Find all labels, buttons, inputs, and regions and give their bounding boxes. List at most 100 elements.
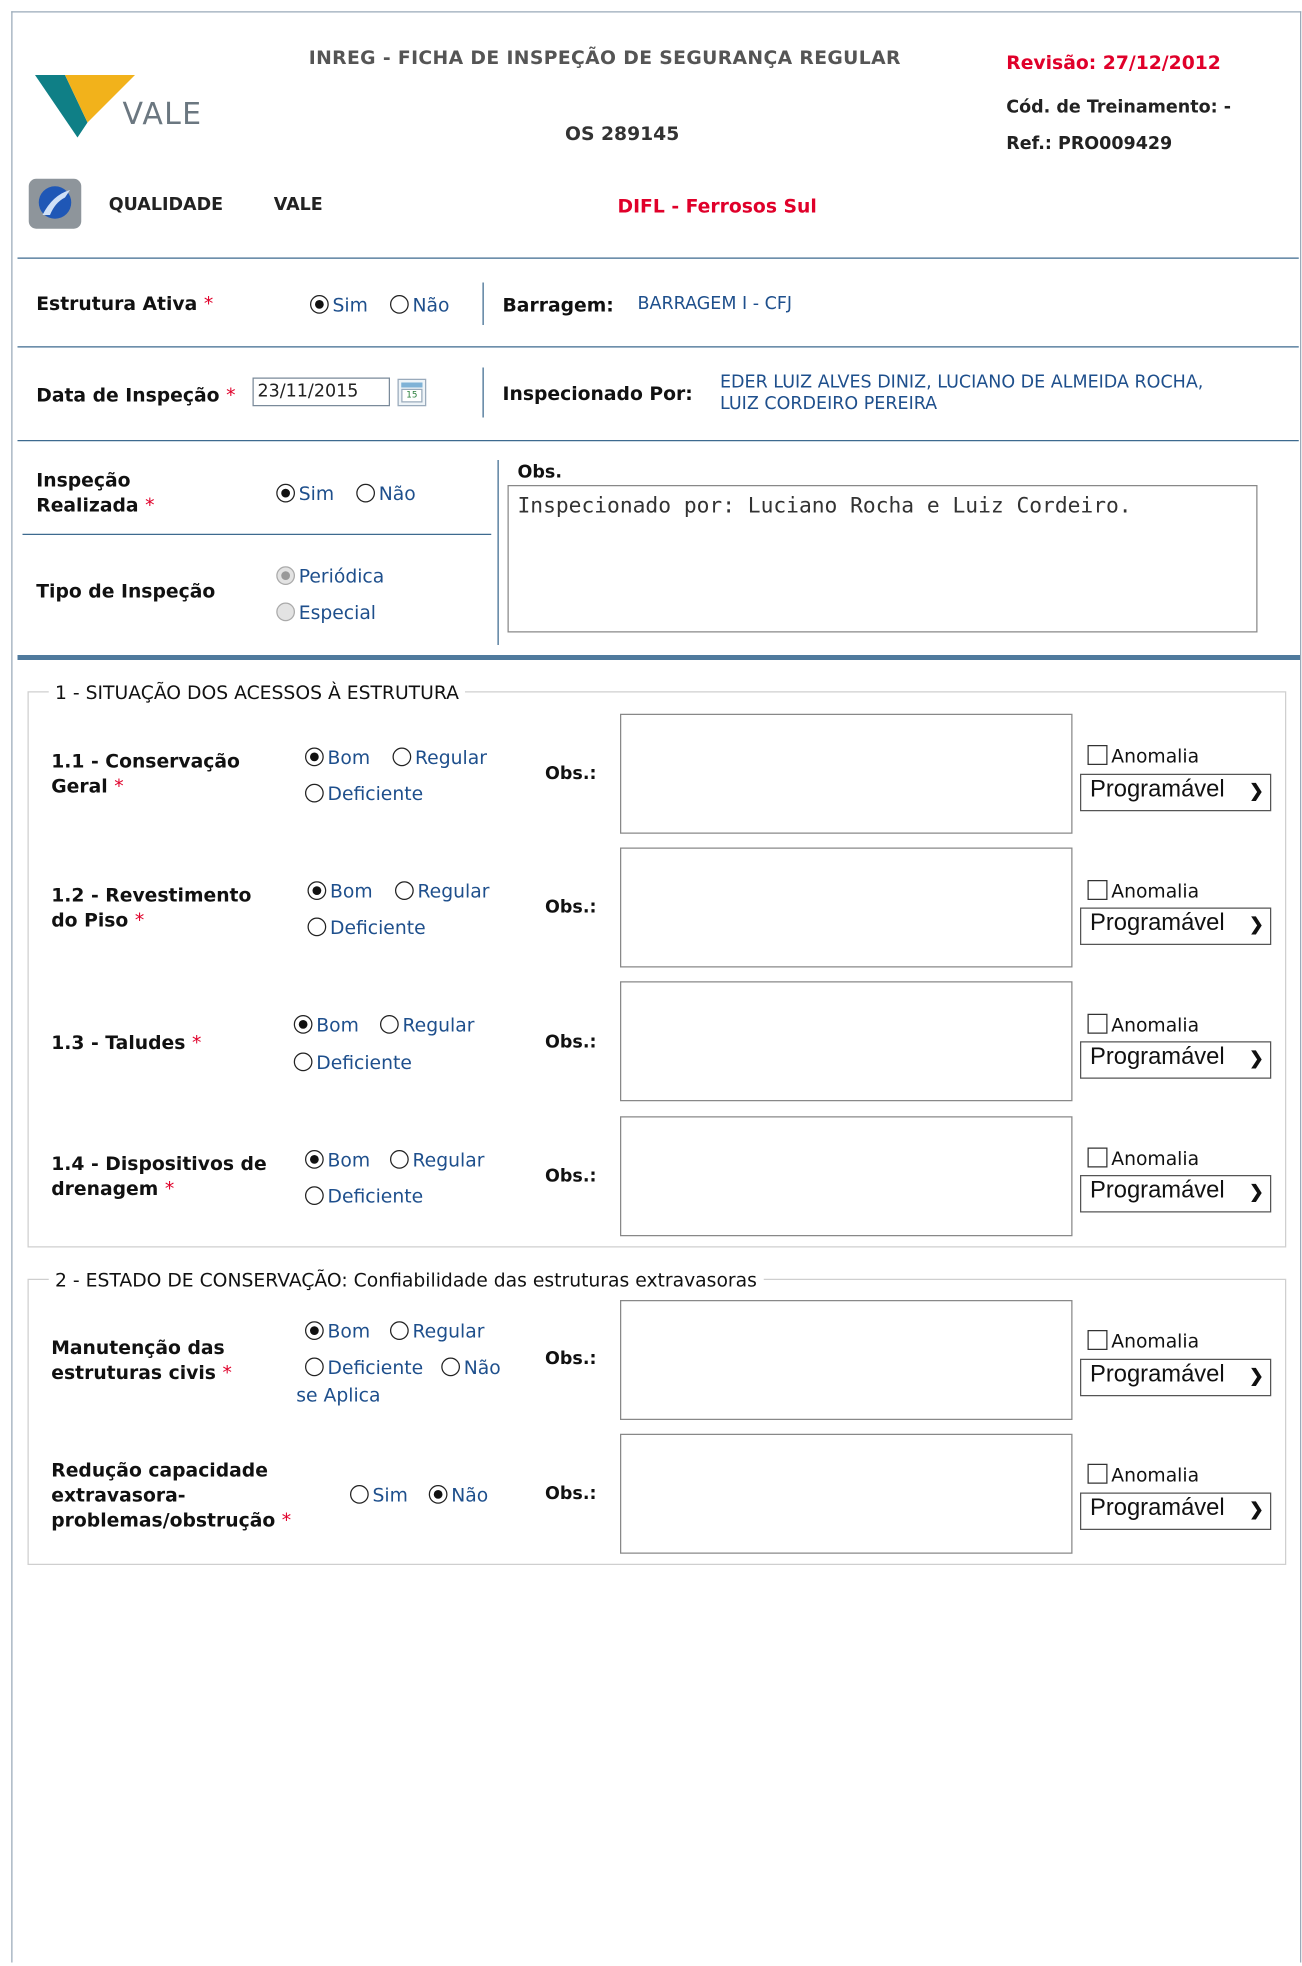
item-2-1-regular[interactable]: Regular (390, 1320, 484, 1343)
radio-icon[interactable] (305, 1186, 324, 1205)
item-1-2-regular[interactable]: Regular (395, 880, 489, 903)
chevron-down-icon: ❯ (1249, 1498, 1264, 1519)
radio-icon[interactable] (390, 295, 409, 314)
item-1-1-anomalia[interactable]: Anomalia (1087, 745, 1199, 768)
estrutura-ativa-sim[interactable]: Sim (310, 294, 368, 316)
item-1-4-bom[interactable]: Bom (305, 1149, 370, 1171)
item-1-4-anomalia[interactable]: Anomalia (1087, 1147, 1199, 1170)
radio-selected-icon[interactable] (305, 747, 324, 767)
item-1-2-select[interactable]: Programável ❯ (1080, 907, 1272, 945)
radio-selected-icon[interactable] (428, 1485, 448, 1504)
general-obs-textarea[interactable]: Inspecionado por: Luciano Rocha e Luiz C… (507, 485, 1258, 633)
section-1-legend: 1 - SITUAÇÃO DOS ACESSOS À ESTRUTURA (48, 681, 466, 704)
radio-icon[interactable] (441, 1357, 460, 1377)
radio-selected-icon[interactable] (276, 483, 295, 503)
item-1-3-deficiente[interactable]: Deficiente (293, 1051, 412, 1074)
item-2-2-label: Redução capacidade extravasora-problemas/… (51, 1458, 292, 1532)
item-1-2-anomalia[interactable]: Anomalia (1087, 880, 1199, 903)
inspecionado-por-value: EDER LUIZ ALVES DINIZ, LUCIANO DE ALMEID… (720, 372, 1204, 414)
radio-icon[interactable] (293, 1052, 313, 1072)
radio-selected-icon[interactable] (305, 1150, 324, 1169)
radio-icon[interactable] (395, 881, 414, 900)
radio-selected-icon[interactable] (305, 1321, 324, 1340)
item-1-1-bom[interactable]: Bom (305, 746, 370, 769)
checkbox-icon[interactable] (1087, 1013, 1108, 1034)
inspecao-realizada-label: Inspeção Realizada * (36, 468, 155, 517)
item-2-2-nao[interactable]: Não (428, 1484, 488, 1506)
radio-icon[interactable] (390, 1321, 409, 1340)
item-1-4-regular[interactable]: Regular (390, 1149, 484, 1171)
item-1-4-label: 1.4 - Dispositivos de drenagem * (51, 1152, 267, 1201)
tipo-especial: Especial (276, 601, 376, 624)
item-1-2-bom[interactable]: Bom (307, 880, 373, 903)
item-2-2-anomalia[interactable]: Anomalia (1087, 1463, 1199, 1486)
obs-label: Obs.: (545, 763, 597, 784)
item-1-4-deficiente[interactable]: Deficiente (305, 1185, 423, 1208)
radio-icon[interactable] (356, 483, 375, 503)
item-1-3-regular[interactable]: Regular (380, 1014, 474, 1036)
inspecao-realizada-sim[interactable]: Sim (276, 483, 334, 505)
radio-icon[interactable] (305, 783, 324, 803)
calendar-icon[interactable]: 15 (397, 378, 427, 407)
chevron-down-icon: ❯ (1249, 913, 1264, 934)
item-2-2-select[interactable]: Programável ❯ (1080, 1492, 1272, 1530)
item-2-1-label: Manutenção das estruturas civis * (51, 1336, 232, 1384)
chevron-down-icon: ❯ (1249, 1365, 1264, 1385)
radio-selected-icon[interactable] (310, 295, 329, 314)
estrutura-ativa-label: Estrutura Ativa * (36, 292, 214, 316)
item-1-1-regular[interactable]: Regular (392, 746, 487, 769)
radio-icon[interactable] (392, 747, 412, 767)
item-1-3-label: 1.3 - Taludes * (51, 1031, 202, 1054)
obs-label: Obs. (517, 462, 562, 483)
item-1-3-anomalia[interactable]: Anomalia (1087, 1013, 1199, 1036)
obs-label: Obs.: (545, 1483, 597, 1504)
item-1-4-obs[interactable] (620, 1116, 1073, 1237)
item-1-1-obs[interactable] (620, 713, 1073, 834)
inspecao-realizada-nao[interactable]: Não (356, 483, 416, 505)
radio-disabled-selected-icon (276, 566, 295, 585)
obs-label: Obs.: (545, 897, 597, 918)
checkbox-icon[interactable] (1087, 1330, 1108, 1350)
item-2-2-obs[interactable] (620, 1433, 1073, 1554)
radio-icon[interactable] (307, 917, 327, 937)
obs-label: Obs.: (545, 1348, 597, 1369)
item-2-1-bom[interactable]: Bom (305, 1320, 370, 1343)
item-1-2-obs[interactable] (620, 847, 1073, 968)
item-1-1-label: 1.1 - Conservação Geral * (51, 750, 240, 798)
data-inspecao-label: Data de Inspeção * (36, 383, 236, 407)
revision-date: Revisão: 27/12/2012 (1006, 51, 1221, 74)
obs-label: Obs.: (545, 1032, 597, 1053)
item-1-1-deficiente[interactable]: Deficiente (305, 783, 423, 805)
item-2-1-nao-se-aplica[interactable]: Não (441, 1356, 501, 1379)
checkbox-icon[interactable] (1087, 745, 1108, 765)
radio-icon[interactable] (380, 1015, 399, 1034)
training-code: Cód. de Treinamento: - (1006, 97, 1231, 118)
radio-selected-icon[interactable] (293, 1015, 313, 1034)
radio-selected-icon[interactable] (307, 881, 327, 900)
unit-name: DIFL - Ferrosos Sul (617, 195, 817, 218)
radio-icon[interactable] (350, 1485, 369, 1504)
item-2-2-sim[interactable]: Sim (350, 1484, 408, 1506)
item-1-3-select[interactable]: Programável ❯ (1080, 1041, 1272, 1079)
data-inspecao-input[interactable]: 23/11/2015 (252, 377, 390, 407)
item-2-1-anomalia[interactable]: Anomalia (1087, 1330, 1199, 1353)
radio-icon[interactable] (305, 1357, 324, 1377)
checkbox-icon[interactable] (1087, 1463, 1108, 1484)
item-1-3-bom[interactable]: Bom (293, 1014, 359, 1036)
item-1-3-obs[interactable] (620, 981, 1073, 1102)
item-1-2-deficiente[interactable]: Deficiente (307, 916, 426, 939)
item-2-1-obs[interactable] (620, 1300, 1073, 1420)
item-2-1-deficiente[interactable]: Deficiente (305, 1356, 423, 1379)
item-1-1-select[interactable]: Programável ❯ (1080, 773, 1272, 812)
estrutura-ativa-nao[interactable]: Não (390, 294, 449, 316)
checkbox-icon[interactable] (1087, 880, 1108, 900)
radio-icon[interactable] (390, 1150, 409, 1169)
vale-label: VALE (273, 195, 323, 215)
barragem-value: BARRAGEM I - CFJ (637, 293, 793, 314)
item-1-4-select[interactable]: Programável ❯ (1080, 1175, 1272, 1213)
chevron-down-icon: ❯ (1249, 1047, 1264, 1068)
checkbox-icon[interactable] (1087, 1147, 1108, 1168)
tipo-periodica: Periódica (276, 565, 384, 588)
vale-logo-text: VALE (122, 96, 203, 132)
item-2-1-select[interactable]: Programável ❯ (1080, 1358, 1272, 1397)
